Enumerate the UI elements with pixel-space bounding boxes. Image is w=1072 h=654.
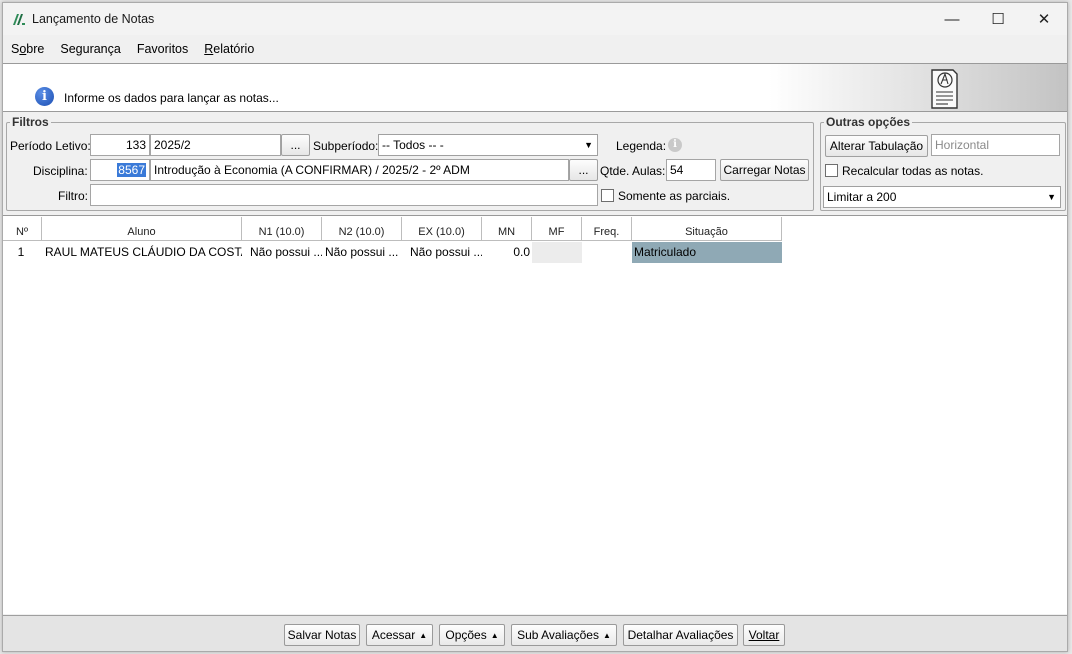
sub-avaliacoes-button[interactable]: Sub Avaliações ▲ <box>511 624 617 646</box>
detalhar-avaliacoes-label: Detalhar Avaliações <box>627 628 734 642</box>
limitar-select[interactable]: Limitar a 200 ▼ <box>823 186 1061 208</box>
recalcular-label: Recalcular todas as notas. <box>842 164 984 178</box>
sub-avaliacoes-label: Sub Avaliações <box>517 628 599 642</box>
cell-numero[interactable]: 1 <box>3 242 42 263</box>
minimize-icon: — <box>944 10 960 28</box>
filtro-label: Filtro: <box>58 189 88 203</box>
chevron-up-icon: ▲ <box>602 631 611 640</box>
window-title: Lançamento de Notas <box>32 12 155 26</box>
info-message: Informe os dados para lançar as notas... <box>64 91 279 105</box>
title-bar: Lançamento de Notas — ☐ ✕ <box>3 3 1067 35</box>
opcoes-button[interactable]: Opções ▲ <box>439 624 505 646</box>
qtde-aulas-label: Qtde. Aulas: <box>600 164 666 178</box>
periodo-code-field[interactable]: 133 <box>90 134 150 156</box>
voltar-button[interactable]: Voltar <box>743 624 785 646</box>
opcoes-label: Opções <box>445 628 487 642</box>
disciplina-code-selected: 8567 <box>117 163 146 177</box>
chevron-up-icon: ▲ <box>490 631 499 640</box>
salvar-notas-button[interactable]: Salvar Notas <box>284 624 360 646</box>
limitar-value: Limitar a 200 <box>827 190 897 204</box>
info-icon: i <box>35 87 54 106</box>
grid-header: Nº Aluno N1 (10.0) N2 (10.0) EX (10.0) M… <box>3 217 782 241</box>
cell-mf[interactable] <box>532 242 582 263</box>
disciplina-browse-button[interactable]: ... <box>569 159 598 181</box>
menu-sobre-label: Sobre <box>11 42 45 56</box>
col-header-freq[interactable]: Freq. <box>582 217 632 241</box>
maximize-icon: ☐ <box>991 11 1005 28</box>
cell-n2[interactable]: Não possui ... <box>322 242 402 263</box>
col-header-situacao[interactable]: Situação <box>632 217 782 241</box>
col-header-n1[interactable]: N1 (10.0) <box>242 217 322 241</box>
periodo-browse-button[interactable]: ... <box>281 134 310 156</box>
carregar-notas-button[interactable]: Carregar Notas <box>720 159 809 181</box>
menu-seguranca-label: Segurança <box>60 42 121 56</box>
chevron-down-icon: ▼ <box>1047 192 1056 202</box>
chevron-up-icon: ▲ <box>419 631 428 640</box>
subperiodo-label: Subperíodo: <box>313 139 379 153</box>
col-header-mn[interactable]: MN <box>482 217 532 241</box>
menu-sobre[interactable]: Sobre <box>11 42 44 56</box>
acessar-button[interactable]: Acessar ▲ <box>366 624 433 646</box>
periodo-label: Período Letivo: <box>10 139 91 153</box>
chevron-down-icon: ▼ <box>584 140 593 150</box>
main-window: Lançamento de Notas — ☐ ✕ Sobre Seguranç… <box>2 2 1068 652</box>
alterar-tabulacao-button[interactable]: Alterar Tabulação <box>825 135 928 157</box>
tabulacao-field: Horizontal <box>931 134 1060 156</box>
outras-opcoes-legend: Outras opções <box>826 115 911 129</box>
footer-bar: Salvar Notas Acessar ▲ Opções ▲ Sub Avalia… <box>3 615 1067 651</box>
menu-favoritos[interactable]: Favoritos <box>137 42 188 56</box>
legenda-label: Legenda: <box>616 139 667 153</box>
disciplina-name-field[interactable]: Introdução à Economia (A CONFIRMAR) / 20… <box>150 159 569 181</box>
info-panel: i Informe os dados para lançar as notas.… <box>3 63 1067 112</box>
menu-relatorio[interactable]: Relatório <box>204 42 254 56</box>
qtde-aulas-field[interactable]: 54 <box>666 159 716 181</box>
somente-parciais-label: Somente as parciais. <box>618 189 731 203</box>
subperiodo-value: -- Todos -- - <box>382 138 444 152</box>
recalcular-checkbox[interactable] <box>825 164 838 177</box>
menu-favoritos-label: Favoritos <box>136 42 189 56</box>
close-icon: ✕ <box>1037 11 1051 28</box>
cell-n1[interactable]: Não possui ... <box>242 242 322 263</box>
menu-relatorio-label: Relatório <box>204 42 255 56</box>
col-header-numero[interactable]: Nº <box>3 217 42 241</box>
maximize-button[interactable]: ☐ <box>975 3 1021 35</box>
periodo-name-field[interactable]: 2025/2 <box>150 134 281 156</box>
legenda-info-icon[interactable]: i <box>668 138 682 152</box>
detalhar-avaliacoes-button[interactable]: Detalhar Avaliações <box>623 624 738 646</box>
somente-parciais-checkbox[interactable] <box>601 189 614 202</box>
cell-mn[interactable]: 0.0 <box>482 242 532 263</box>
filtros-legend: Filtros <box>12 115 49 129</box>
subperiodo-select[interactable]: -- Todos -- - ▼ <box>378 134 598 156</box>
cell-aluno[interactable]: RAUL MATEUS CLÁUDIO DA COSTA <box>42 242 242 263</box>
col-header-aluno[interactable]: Aluno <box>42 217 242 241</box>
cell-ex[interactable]: Não possui ... <box>402 242 482 263</box>
close-button[interactable]: ✕ <box>1021 3 1067 35</box>
document-signature-icon <box>931 69 958 109</box>
disciplina-code-field[interactable]: 8567 <box>90 159 150 181</box>
col-header-mf[interactable]: MF <box>532 217 582 241</box>
disciplina-label: Disciplina: <box>33 164 88 178</box>
voltar-label: Voltar <box>748 628 780 642</box>
table-row[interactable]: 1 RAUL MATEUS CLÁUDIO DA COSTA Não possu… <box>3 242 782 263</box>
col-header-ex[interactable]: EX (10.0) <box>402 217 482 241</box>
menu-seguranca[interactable]: Segurança <box>60 42 120 56</box>
filtro-input[interactable] <box>90 184 598 206</box>
col-header-n2[interactable]: N2 (10.0) <box>322 217 402 241</box>
acessar-label: Acessar <box>371 628 416 642</box>
minimize-button[interactable]: — <box>929 3 975 35</box>
cell-freq[interactable] <box>582 242 632 263</box>
app-logo-icon <box>13 14 25 25</box>
menu-bar: Sobre Segurança Favoritos Relatório <box>3 37 270 61</box>
notas-grid[interactable]: Nº Aluno N1 (10.0) N2 (10.0) EX (10.0) M… <box>3 215 1067 614</box>
cell-situacao[interactable]: Matriculado <box>632 242 782 263</box>
salvar-notas-label: Salvar Notas <box>287 628 357 642</box>
